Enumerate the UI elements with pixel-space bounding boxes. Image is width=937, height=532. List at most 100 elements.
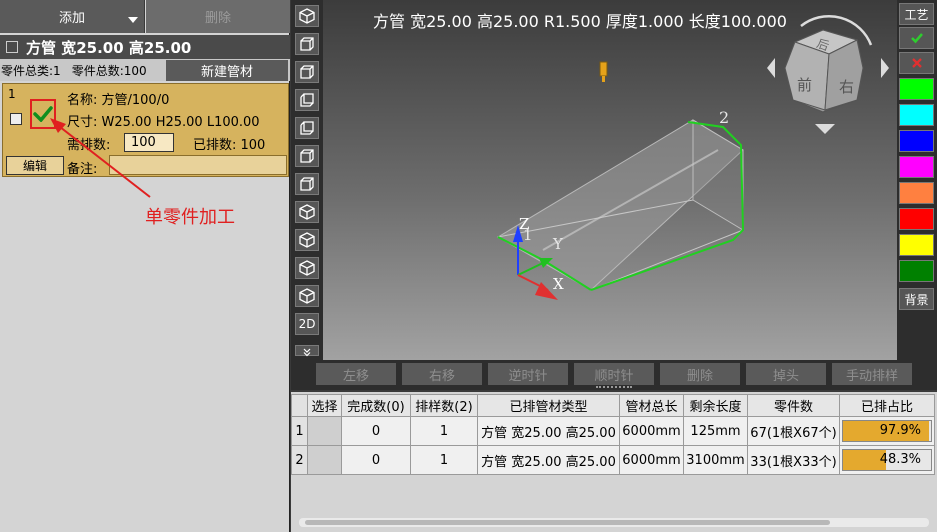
tube-model-scene (497, 14, 889, 300)
view-cube[interactable] (767, 14, 889, 134)
ratio-progress-bar: 97.9% (842, 420, 932, 442)
close-icon (911, 58, 922, 68)
scrollbar-thumb[interactable] (305, 520, 830, 525)
manual-nesting-button[interactable]: 手动排样 (832, 363, 912, 385)
tube-type-cell: 方管 宽25.00 高25.00 (477, 416, 620, 446)
total-length-cell: 6000mm (619, 445, 684, 475)
confirm-button[interactable] (899, 27, 934, 49)
annotation-label: 单零件加工 (145, 207, 235, 228)
col-ratio[interactable]: 已排占比 (839, 394, 935, 417)
ratio-cell: 97.9% (839, 416, 935, 446)
color-swatch-cyan[interactable] (899, 104, 934, 126)
row-number: 1 (291, 416, 308, 446)
move-right-button[interactable]: 右移 (402, 363, 482, 385)
color-swatch-green[interactable] (899, 78, 934, 100)
view-iso-5-button[interactable] (295, 285, 319, 307)
ratio-text: 97.9% (879, 423, 921, 438)
background-button[interactable]: 背景 (899, 288, 934, 310)
col-remain-length[interactable]: 剩余长度 (683, 394, 748, 417)
origin-marker (599, 61, 608, 77)
table-row[interactable]: 1 0 1 方管 宽25.00 高25.00 6000mm 125mm 67(1… (291, 416, 935, 446)
parts-cell: 33(1根X33个) (747, 445, 840, 475)
tube-type-cell: 方管 宽25.00 高25.00 (477, 445, 620, 475)
ratio-text: 48.3% (879, 452, 921, 467)
row-number: 2 (291, 445, 308, 475)
checkmark-icon (910, 33, 923, 44)
view-front-button[interactable] (295, 33, 319, 55)
view-iso-2-button[interactable] (295, 201, 319, 223)
delete-layout-button[interactable]: 删除 (660, 363, 740, 385)
col-total-length[interactable]: 管材总长 (619, 394, 684, 417)
remain-length-cell: 125mm (683, 416, 748, 446)
expand-toolbar-button[interactable] (295, 345, 319, 357)
iso-cube-icon (299, 204, 315, 220)
color-swatch-magenta[interactable] (899, 156, 934, 178)
row-header-corner (291, 394, 308, 417)
3d-viewport[interactable]: 方管 宽25.00 高25.00 R1.500 厚度1.000 长度100.00… (323, 0, 897, 360)
tube-spec-title: 方管 宽25.00 高25.00 R1.500 厚度1.000 长度100.00… (373, 12, 787, 31)
rotate-cw-button[interactable]: 顺时针 (574, 363, 654, 385)
axis-x-label: X (553, 275, 564, 293)
row-select-cell[interactable] (307, 445, 342, 475)
ratio-progress-bar: 48.3% (842, 449, 932, 471)
action-bar: 左移 右移 逆时针 顺时针 删除 掉头 手动排样 (291, 360, 937, 390)
contour-label-1: 1 (523, 226, 533, 244)
view-back-button[interactable] (295, 61, 319, 83)
view-2d-button[interactable]: 2D (295, 313, 319, 335)
iso-cube-icon (299, 288, 315, 304)
table-row[interactable]: 2 0 1 方管 宽25.00 高25.00 6000mm 3100mm 33(… (291, 445, 935, 475)
view-iso-3-button[interactable] (295, 229, 319, 251)
iso-cube-icon (299, 232, 315, 248)
parts-panel: 添加 删除 方管 宽25.00 高25.00 零件总类:1 零件总数:100 新… (0, 0, 290, 532)
double-chevron-down-icon (303, 348, 311, 357)
col-parts[interactable]: 零件数 (747, 394, 840, 417)
rotate-ccw-button[interactable]: 逆时针 (488, 363, 568, 385)
view-iso-button[interactable] (295, 5, 319, 27)
table-header-row: 选择 完成数(0) 排样数(2) 已排管材类型 管材总长 剩余长度 零件数 已排… (291, 394, 935, 417)
view-bottom-button[interactable] (295, 173, 319, 195)
color-swatch-red[interactable] (899, 208, 934, 230)
cube-back-icon (300, 65, 314, 79)
color-swatch-orange[interactable] (899, 182, 934, 204)
col-count[interactable]: 排样数(2) (410, 394, 478, 417)
contour-label-2: 2 (719, 108, 730, 127)
parts-cell: 67(1根X67个) (747, 416, 840, 446)
cube-right-icon (300, 121, 314, 135)
row-select-cell[interactable] (307, 416, 342, 446)
iso-cube-icon (299, 8, 315, 24)
drop-head-button[interactable]: 掉头 (746, 363, 826, 385)
view-toolbar: 2D (291, 0, 323, 360)
iso-cube-icon (299, 260, 315, 276)
move-left-button[interactable]: 左移 (316, 363, 396, 385)
tube-end-face (692, 119, 744, 231)
axis-y-line (517, 261, 546, 276)
cube-face-right[interactable]: 右 (839, 76, 854, 97)
done-cell: 0 (341, 445, 411, 475)
cancel-button[interactable] (899, 52, 934, 74)
col-tube-type[interactable]: 已排管材类型 (477, 394, 620, 417)
axis-y-label: Y (553, 235, 563, 253)
horizontal-scrollbar[interactable] (299, 518, 929, 527)
results-table: 选择 完成数(0) 排样数(2) 已排管材类型 管材总长 剩余长度 零件数 已排… (291, 394, 935, 475)
color-swatch-dark-green[interactable] (899, 260, 934, 282)
cube-bottom-icon (300, 177, 314, 191)
cube-front-icon (300, 37, 314, 51)
remain-length-cell: 3100mm (683, 445, 748, 475)
process-button[interactable]: 工艺 (899, 3, 934, 25)
view-left-button[interactable] (295, 89, 319, 111)
done-cell: 0 (341, 416, 411, 446)
view-iso-4-button[interactable] (295, 257, 319, 279)
display-toolbar: 工艺 背景 (897, 0, 937, 360)
ratio-cell: 48.3% (839, 445, 935, 475)
cube-top-icon (300, 149, 314, 163)
total-length-cell: 6000mm (619, 416, 684, 446)
col-done[interactable]: 完成数(0) (341, 394, 411, 417)
color-swatch-yellow[interactable] (899, 234, 934, 256)
view-right-button[interactable] (295, 117, 319, 139)
col-select[interactable]: 选择 (307, 394, 342, 417)
nesting-results: 选择 完成数(0) 排样数(2) 已排管材类型 管材总长 剩余长度 零件数 已排… (291, 392, 937, 532)
splitter-grip[interactable] (596, 386, 632, 388)
cube-face-front[interactable]: 前 (797, 74, 812, 95)
color-swatch-blue[interactable] (899, 130, 934, 152)
view-top-button[interactable] (295, 145, 319, 167)
